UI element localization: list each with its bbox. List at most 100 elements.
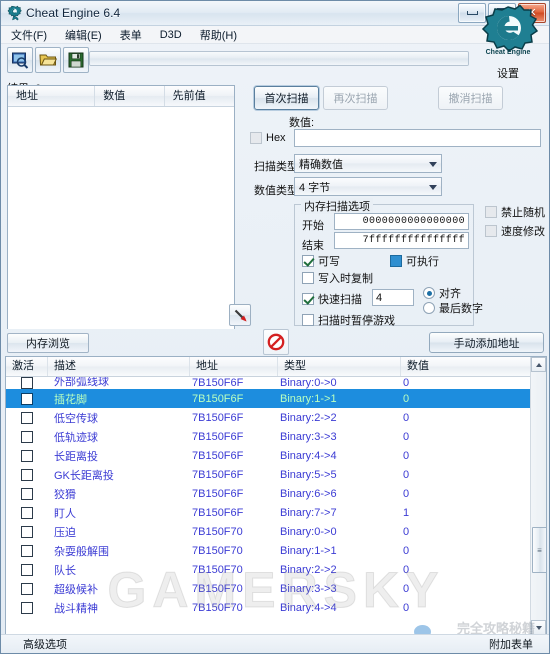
row-activate-checkbox[interactable] (6, 506, 48, 519)
writable-checkbox[interactable]: 可写 (302, 253, 340, 269)
row-activate-checkbox[interactable] (6, 563, 48, 576)
pause-game-checkbox[interactable]: 扫描时暂停游戏 (302, 312, 395, 328)
table-row[interactable]: 杂耍般解围 7B150F70 Binary:1->1 0 (6, 541, 546, 560)
row-activate-checkbox[interactable] (6, 544, 48, 557)
crosshair-drag-button[interactable] (229, 304, 251, 326)
open-process-button[interactable] (7, 47, 33, 73)
menu-item-d3d[interactable]: D3D (158, 28, 184, 42)
scan-value-input[interactable] (294, 129, 541, 147)
table-row[interactable]: 战斗精神 7B150F70 Binary:4->4 0 (6, 598, 546, 617)
executable-checkbox[interactable]: 可执行 (390, 253, 439, 269)
alignment-radio[interactable]: 对齐 (423, 285, 461, 301)
menu-item-help[interactable]: 帮助(H) (198, 26, 239, 44)
scroll-down-button[interactable] (531, 620, 546, 635)
row-description: 长距离投 (54, 450, 98, 463)
column-header-previous[interactable]: 先前值 (165, 86, 234, 106)
row-address: 7B150F70 (192, 601, 243, 614)
cheat-table-rows[interactable]: 外部弧线球 7B150F6F Binary:0->0 0 插花脚 7B150F6F Bina… (6, 377, 546, 619)
copy-on-write-checkbox[interactable]: 写入时复制 (302, 270, 373, 286)
table-row[interactable]: 外部弧线球 7B150F6F Binary:0->0 0 (6, 377, 546, 389)
table-row[interactable]: 球员角色7B15100CByte0 (6, 617, 546, 619)
menu-item-file[interactable]: 文件(F) (9, 26, 49, 44)
table-row[interactable]: 低轨迹球 7B150F6F Binary:3->3 0 (6, 427, 546, 446)
table-row[interactable]: 低空传球 7B150F6F Binary:2->2 0 (6, 408, 546, 427)
column-header-value[interactable]: 数值 (95, 86, 165, 106)
fast-scan-checkbox[interactable]: 快速扫描 (302, 291, 362, 307)
scan-results-list[interactable]: 地址 数值 先前值 (7, 85, 235, 329)
row-activate-checkbox[interactable] (6, 468, 48, 481)
stop-sign-icon (267, 333, 285, 351)
speedhack-checkbox[interactable]: 速度修改 (485, 223, 545, 239)
fast-scan-label: 快速扫描 (318, 294, 362, 306)
row-activate-checkbox[interactable] (6, 377, 48, 389)
no-random-checkbox[interactable]: 禁止随机 (485, 204, 545, 220)
table-row[interactable]: 狡猾 7B150F6F Binary:6->6 0 (6, 484, 546, 503)
stop-address-input[interactable]: 7fffffffffffffff (334, 232, 469, 249)
crosshair-drag-icon (234, 309, 246, 321)
cheat-table-scrollbar[interactable]: ≡ (530, 357, 546, 635)
first-scan-button[interactable]: 首次扫描 (254, 86, 319, 110)
undo-scan-button[interactable]: 撤消扫描 (438, 86, 503, 110)
row-description: 插花脚 (54, 393, 87, 406)
table-row[interactable]: 长距离投 7B150F6F Binary:4->4 0 (6, 446, 546, 465)
next-scan-button[interactable]: 再次扫描 (323, 86, 388, 110)
memory-view-button[interactable]: 内存浏览 (7, 333, 89, 353)
stop-address-label: 结束 (302, 240, 324, 252)
save-button[interactable] (63, 47, 89, 73)
cheat-column-description[interactable]: 描述 (48, 357, 190, 376)
open-file-button[interactable] (35, 47, 61, 73)
stop-scan-button[interactable] (263, 329, 289, 355)
menu-item-edit[interactable]: 编辑(E) (63, 26, 104, 44)
cheat-engine-settings-logo[interactable]: Cheat Engine 设置 (471, 4, 545, 81)
menu-item-table[interactable]: 表单 (118, 26, 144, 44)
row-activate-checkbox[interactable] (6, 601, 48, 614)
row-type: Binary:7->7 (280, 506, 337, 519)
row-value: 0 (403, 377, 410, 389)
manual-add-address-button[interactable]: 手动添加地址 (429, 332, 544, 353)
row-description: 杂耍般解围 (54, 545, 109, 558)
cheat-column-value[interactable]: 数值 (401, 357, 531, 376)
row-address: 7B150F6F (192, 377, 244, 389)
table-row[interactable]: GK长距离投 7B150F6F Binary:5->5 0 (6, 465, 546, 484)
scrollbar-thumb[interactable]: ≡ (532, 527, 546, 573)
scan-results-body[interactable] (8, 107, 234, 329)
row-value: 0 (403, 430, 410, 443)
table-row[interactable]: 压迫 7B150F70 Binary:0->0 0 (6, 522, 546, 541)
row-activate-checkbox[interactable] (6, 411, 48, 424)
row-activate-checkbox[interactable] (6, 582, 48, 595)
table-row[interactable]: 超级候补 7B150F70 Binary:3->3 0 (6, 579, 546, 598)
table-row[interactable]: 插花脚 7B150F6F Binary:1->1 0 (6, 389, 546, 408)
column-header-address[interactable]: 地址 (8, 86, 96, 106)
fast-scan-value-input[interactable]: 4 (372, 289, 414, 306)
attach-table-label[interactable]: 附加表单 (489, 636, 533, 652)
value-type-dropdown[interactable]: 4 字节 (294, 177, 442, 196)
row-activate-checkbox[interactable] (6, 449, 48, 462)
cheat-engine-big-logo-icon: Cheat Engine (481, 4, 539, 56)
row-activate-checkbox[interactable] (6, 525, 48, 538)
start-address-label: 开始 (302, 220, 324, 232)
advanced-options-link[interactable]: 高级选项 (23, 636, 67, 652)
cheat-table[interactable]: 激活 描述 地址 类型 数值 外部弧线球 7B150F6F Binary:0->0 0… (5, 356, 547, 636)
cheat-column-active[interactable]: 激活 (6, 357, 48, 376)
scan-type-dropdown[interactable]: 精确数值 (294, 154, 442, 173)
cheat-column-address[interactable]: 地址 (190, 357, 278, 376)
menu-bar: 文件(F) 编辑(E) 表单 D3D 帮助(H) (1, 26, 549, 44)
checkbox-icon (21, 506, 33, 519)
row-address: 7B150F70 (192, 582, 243, 595)
row-activate-checkbox[interactable] (6, 430, 48, 443)
row-activate-checkbox[interactable] (6, 392, 48, 405)
checkbox-icon (21, 430, 33, 443)
settings-label: 设置 (497, 68, 519, 80)
hex-checkbox[interactable]: Hex (250, 132, 286, 144)
last-digits-radio[interactable]: 最后数字 (423, 300, 483, 316)
row-type: Binary:1->1 (280, 392, 337, 405)
cheat-column-type[interactable]: 类型 (278, 357, 401, 376)
table-row[interactable]: 队长 7B150F70 Binary:2->2 0 (6, 560, 546, 579)
writable-checkbox-box (302, 255, 314, 267)
table-row[interactable]: 盯人 7B150F6F Binary:7->7 1 (6, 503, 546, 522)
row-activate-checkbox[interactable] (6, 487, 48, 500)
last-digits-radio-dot (423, 302, 435, 314)
row-address: 7B150F6F (192, 487, 244, 500)
start-address-input[interactable]: 0000000000000000 (334, 213, 469, 230)
scroll-up-button[interactable] (531, 357, 546, 372)
